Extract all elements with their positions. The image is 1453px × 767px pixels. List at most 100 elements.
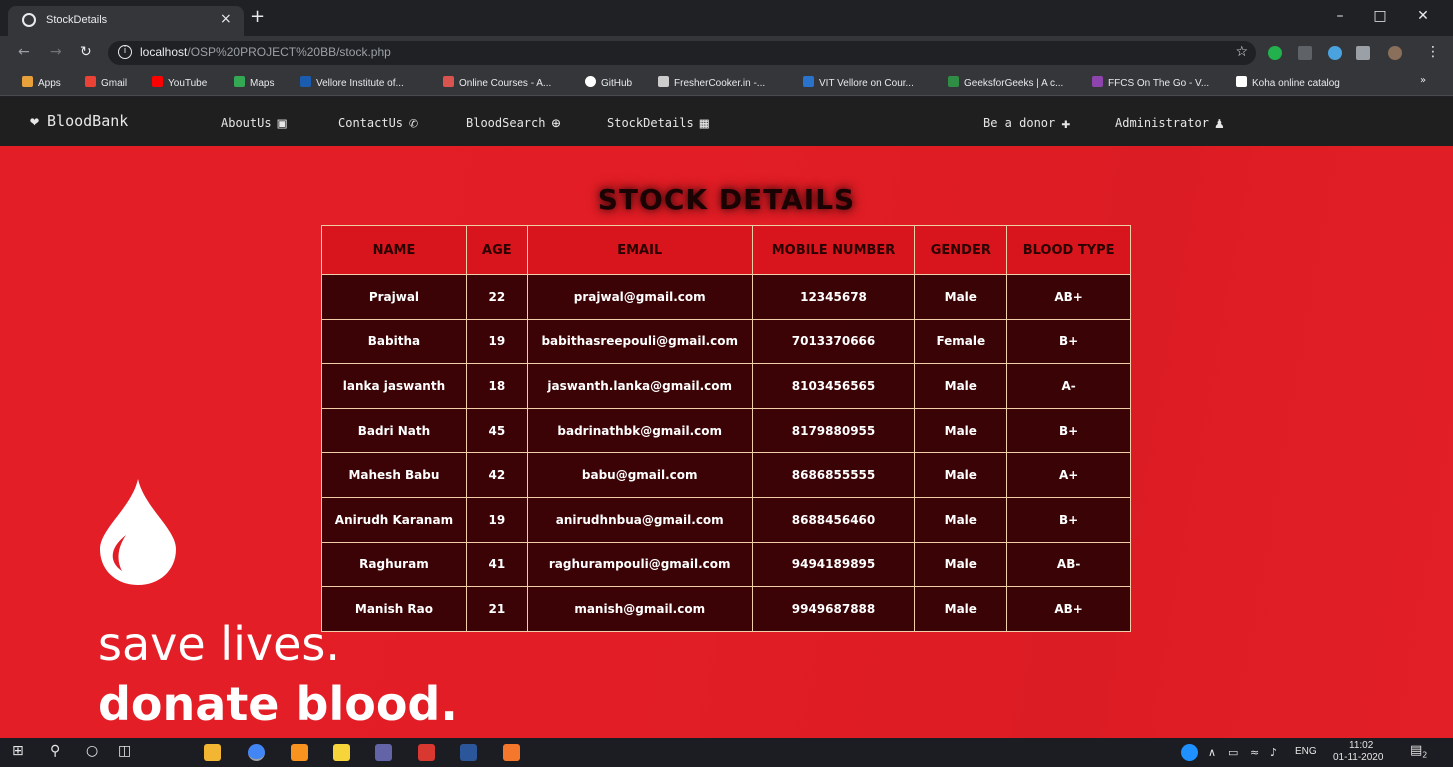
taskbar: ⊞ ⚲ ○ ◫ ∧ ▭ ≈ ♪ ENG 11:02 01-11-2020 ▤2	[0, 738, 1453, 767]
nav-stockdetails[interactable]: StockDetails ▦	[607, 114, 709, 132]
maximize-icon[interactable]: □	[1365, 8, 1395, 24]
puzzle-icon[interactable]	[1356, 46, 1370, 60]
bookmark-item[interactable]: FFCS On The Go - V...	[1092, 76, 1209, 89]
snowflake-icon[interactable]	[1328, 46, 1342, 60]
extension-icon[interactable]	[1298, 46, 1312, 60]
search-plus-icon: ⊕	[551, 114, 561, 132]
language-indicator[interactable]: ENG	[1295, 746, 1317, 757]
cell-name: Badri Nath	[321, 407, 467, 454]
volume-icon[interactable]: ♪	[1270, 746, 1277, 759]
forward-icon[interactable]: →	[50, 44, 62, 60]
cell-mobile: 8179880955	[751, 407, 916, 454]
cell-gender: Male	[914, 496, 1008, 543]
address-bar[interactable]: i localhost/OSP%20PROJECT%20BB/stock.php…	[108, 41, 1256, 65]
cell-email: manish@gmail.com	[526, 586, 753, 632]
cell-blood-type: AB-	[1006, 541, 1131, 588]
cell-age: 19	[465, 496, 528, 543]
cell-age: 18	[465, 363, 528, 409]
bookmark-item[interactable]: Apps	[22, 76, 61, 89]
more-bookmarks-icon[interactable]: »	[1420, 75, 1426, 86]
bookmark-item[interactable]: Maps	[234, 76, 274, 89]
nav-bloodsearch[interactable]: BloodSearch ⊕	[466, 114, 561, 132]
profile-avatar[interactable]	[1388, 46, 1402, 60]
cell-email: anirudhnbua@gmail.com	[526, 496, 753, 543]
cell-gender: Male	[914, 363, 1008, 409]
table-row: Prajwal 22 prajwal@gmail.com 12345678 Ma…	[321, 274, 1131, 320]
wifi-icon[interactable]: ≈	[1250, 746, 1259, 759]
sticky-notes-icon[interactable]	[333, 744, 350, 761]
page-content: ❤ BloodBank AboutUs ▣ ContactUs ✆ BloodSear…	[0, 97, 1453, 738]
bookmark-item[interactable]: GitHub	[585, 76, 632, 89]
nav-administrator[interactable]: Administrator ♟	[1115, 114, 1224, 132]
user-lock-icon: ♟	[1214, 114, 1224, 132]
cell-blood-type: AB+	[1006, 274, 1131, 320]
notification-count: 2	[1422, 750, 1428, 760]
chrome-icon[interactable]	[248, 744, 265, 761]
bookmark-item[interactable]: Koha online catalog	[1236, 76, 1340, 89]
bookmark-item[interactable]: VIT Vellore on Cour...	[803, 76, 914, 89]
grammarly-icon[interactable]	[1268, 46, 1282, 60]
task-view-icon[interactable]: ◫	[118, 743, 131, 759]
gmail-icon	[85, 76, 96, 87]
acrobat-icon[interactable]	[418, 744, 435, 761]
cell-gender: Male	[914, 586, 1008, 632]
bookmark-item[interactable]: Online Courses - A...	[443, 76, 551, 89]
xampp-icon[interactable]	[503, 744, 520, 761]
back-icon[interactable]: ←	[18, 44, 30, 60]
maps-icon	[234, 76, 245, 87]
table-header-row: NAME AGE EMAIL MOBILE NUMBER GENDER BLOO…	[321, 225, 1131, 275]
nav-be-a-donor[interactable]: Be a donor ✚	[983, 114, 1070, 132]
brand-link[interactable]: ❤ BloodBank	[30, 112, 128, 130]
browser-titlebar: StockDetails × + – □ ✕	[0, 0, 1453, 36]
cell-age: 45	[465, 407, 528, 454]
windows-start-icon[interactable]: ⊞	[12, 743, 24, 759]
freshercooker-icon	[658, 76, 669, 87]
cortana-icon[interactable]: ○	[86, 743, 98, 759]
cell-blood-type: A-	[1006, 363, 1131, 409]
menu-icon[interactable]: ⋮	[1426, 44, 1440, 60]
sublime-icon[interactable]	[291, 744, 308, 761]
notifications-icon[interactable]: ▤2	[1410, 743, 1427, 760]
bookmark-item[interactable]: YouTube	[152, 76, 207, 89]
blood-drop-icon	[100, 479, 176, 585]
table-row: Manish Rao 21 manish@gmail.com 994968788…	[321, 586, 1131, 632]
bookmark-item[interactable]: Vellore Institute of...	[300, 76, 404, 89]
cell-name: lanka jaswanth	[321, 363, 467, 409]
reload-icon[interactable]: ↻	[80, 44, 92, 60]
close-tab-icon[interactable]: ×	[220, 11, 232, 27]
clock-date[interactable]: 01-11-2020	[1333, 752, 1383, 763]
cell-name: Anirudh Karanam	[321, 496, 467, 543]
info-icon[interactable]: i	[118, 45, 132, 59]
cell-mobile: 9494189895	[751, 541, 916, 588]
github-icon	[585, 76, 596, 87]
phone-icon: ✆	[409, 114, 419, 132]
bookmark-item[interactable]: GeeksforGeeks | A c...	[948, 76, 1063, 89]
search-icon[interactable]: ⚲	[50, 743, 60, 759]
new-tab-button[interactable]: +	[250, 8, 265, 26]
chevron-up-icon[interactable]: ∧	[1208, 746, 1216, 759]
battery-icon[interactable]: ▭	[1228, 746, 1238, 759]
help-icon[interactable]	[1181, 744, 1198, 761]
nav-aboutus[interactable]: AboutUs ▣	[221, 114, 287, 132]
bookmark-star-icon[interactable]: ☆	[1235, 44, 1248, 60]
box-icon: ▦	[699, 114, 709, 132]
bookmark-item[interactable]: Gmail	[85, 76, 127, 89]
table-row: lanka jaswanth 18 jaswanth.lanka@gmail.c…	[321, 363, 1131, 409]
teams-icon[interactable]	[375, 744, 392, 761]
bookmark-item[interactable]: FresherCooker.in -...	[658, 76, 765, 89]
cell-gender: Male	[914, 407, 1008, 454]
window-close-icon[interactable]: ✕	[1408, 8, 1438, 24]
browser-tab[interactable]: StockDetails ×	[8, 6, 244, 36]
udemy-icon	[443, 76, 454, 87]
cell-blood-type: B+	[1006, 496, 1131, 543]
word-icon[interactable]	[460, 744, 477, 761]
minimize-icon[interactable]: –	[1325, 8, 1355, 24]
cell-email: prajwal@gmail.com	[526, 274, 753, 320]
cell-mobile: 7013370666	[751, 318, 916, 365]
file-explorer-icon[interactable]	[204, 744, 221, 761]
site-navbar: ❤ BloodBank AboutUs ▣ ContactUs ✆ BloodSear…	[0, 97, 1453, 146]
page-title: STOCK DETAILS	[597, 183, 856, 216]
clock-time[interactable]: 11:02	[1349, 740, 1373, 751]
geeksforgeeks-icon	[948, 76, 959, 87]
nav-contactus[interactable]: ContactUs ✆	[338, 114, 418, 132]
